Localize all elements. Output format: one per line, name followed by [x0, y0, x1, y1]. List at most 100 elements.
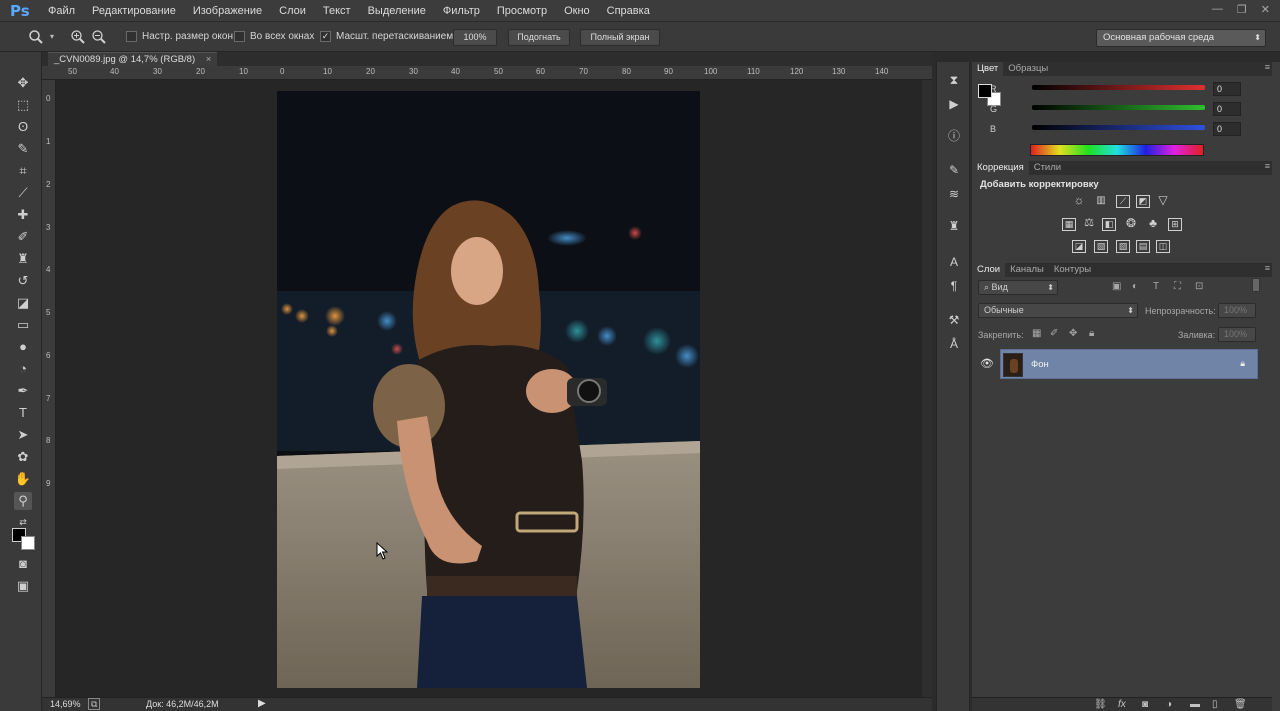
- menu-file[interactable]: Файл: [48, 5, 75, 17]
- brush-panel-icon[interactable]: ≋: [946, 186, 962, 202]
- zoom-in-icon[interactable]: [70, 29, 86, 45]
- menu-layer[interactable]: Слои: [279, 5, 306, 17]
- brush-tool-icon[interactable]: ✐: [14, 228, 32, 246]
- menu-filter[interactable]: Фильтр: [443, 5, 480, 17]
- tab-paths[interactable]: Контуры: [1049, 263, 1096, 277]
- screen-mode-icon[interactable]: ▣: [14, 577, 32, 595]
- fill-input[interactable]: 100%: [1218, 327, 1256, 342]
- quick-mask-icon[interactable]: ◙: [14, 555, 32, 573]
- character-panel-icon[interactable]: A: [946, 254, 962, 270]
- green-value[interactable]: 0: [1213, 102, 1241, 116]
- blur-tool-icon[interactable]: ●: [14, 338, 32, 356]
- menu-help[interactable]: Справка: [607, 5, 650, 17]
- menu-image[interactable]: Изображение: [193, 5, 262, 17]
- opacity-input[interactable]: 100%: [1218, 303, 1256, 318]
- close-tab-icon[interactable]: ×: [206, 54, 212, 65]
- fit-screen-button[interactable]: Подогнать: [508, 29, 570, 46]
- visibility-eye-icon[interactable]: 👁︎: [980, 357, 994, 370]
- background-color-swatch[interactable]: [21, 536, 35, 550]
- threshold-icon[interactable]: ▨: [1116, 240, 1130, 253]
- fg-color-swatch[interactable]: [978, 84, 992, 98]
- glyphs-panel-icon[interactable]: Å: [946, 336, 962, 352]
- zoom-icon[interactable]: [28, 29, 44, 45]
- clone-source-icon[interactable]: ♜: [946, 218, 962, 234]
- dodge-tool-icon[interactable]: ◔: [14, 360, 32, 378]
- lasso-tool-icon[interactable]: ʘ: [14, 118, 32, 136]
- layer-mask-icon[interactable]: ◙: [1142, 699, 1148, 710]
- layer-row[interactable]: Фон 🔒︎: [1000, 349, 1258, 379]
- paragraph-panel-icon[interactable]: ¶: [946, 278, 962, 294]
- tab-adjustments[interactable]: Коррекция: [972, 161, 1029, 175]
- black-white-icon[interactable]: ◧: [1102, 218, 1116, 231]
- posterize-icon[interactable]: ▧: [1094, 240, 1108, 253]
- resize-windows-checkbox[interactable]: [126, 31, 137, 42]
- scrubby-zoom-checkbox[interactable]: ✓: [320, 31, 331, 42]
- eraser-tool-icon[interactable]: ◪: [14, 294, 32, 312]
- channel-mixer-icon[interactable]: ♣: [1146, 217, 1160, 231]
- fullscreen-button[interactable]: Полный экран: [580, 29, 660, 46]
- selective-color-icon[interactable]: ◫: [1156, 240, 1170, 253]
- restore-button[interactable]: ❐: [1237, 3, 1247, 16]
- lock-image-icon[interactable]: ✐: [1050, 328, 1058, 339]
- layer-name[interactable]: Фон: [1031, 359, 1049, 370]
- tab-styles[interactable]: Стили: [1029, 161, 1066, 175]
- path-selection-tool-icon[interactable]: ➤: [14, 426, 32, 444]
- exposure-icon[interactable]: ◩: [1136, 195, 1150, 208]
- quick-selection-tool-icon[interactable]: ✎: [14, 140, 32, 158]
- hand-tool-icon[interactable]: ✋: [14, 470, 32, 488]
- menu-type[interactable]: Текст: [323, 5, 351, 17]
- green-slider[interactable]: [1032, 105, 1205, 110]
- all-windows-checkbox[interactable]: [234, 31, 245, 42]
- color-lookup-icon[interactable]: ⊞: [1168, 218, 1182, 231]
- photo-filter-icon[interactable]: ❂: [1124, 217, 1138, 231]
- brush-presets-icon[interactable]: ✎: [946, 162, 962, 178]
- layer-style-icon[interactable]: fx: [1118, 699, 1126, 710]
- marquee-tool-icon[interactable]: ⬚: [14, 96, 32, 114]
- lock-position-icon[interactable]: ✥: [1069, 328, 1077, 339]
- link-layers-icon[interactable]: ⛓: [1094, 699, 1107, 710]
- vibrance-icon[interactable]: ▽: [1156, 194, 1170, 208]
- shape-tool-icon[interactable]: ✿: [14, 448, 32, 466]
- tab-channels[interactable]: Каналы: [1005, 263, 1049, 277]
- invert-icon[interactable]: ◪: [1072, 240, 1086, 253]
- status-menu-arrow-icon[interactable]: ▶: [258, 698, 266, 709]
- gradient-map-icon[interactable]: ▤: [1136, 240, 1150, 253]
- filter-toggle[interactable]: [1252, 278, 1260, 292]
- delete-layer-icon[interactable]: 🗑︎: [1234, 699, 1247, 710]
- filter-smart-object-icon[interactable]: ⊡: [1195, 281, 1203, 292]
- close-button[interactable]: ✕: [1261, 3, 1270, 16]
- history-brush-tool-icon[interactable]: ↺: [14, 272, 32, 290]
- filter-shape-icon[interactable]: ⛶: [1174, 281, 1181, 292]
- levels-icon[interactable]: ▥: [1094, 195, 1108, 208]
- panel-menu-icon[interactable]: ≡: [1265, 263, 1270, 273]
- move-tool-icon[interactable]: ✥: [14, 74, 32, 92]
- crop-tool-icon[interactable]: ⌗: [14, 162, 32, 180]
- adjustment-layer-icon[interactable]: ◑: [1166, 699, 1172, 710]
- red-value[interactable]: 0: [1213, 82, 1241, 96]
- info-panel-icon[interactable]: ⓘ: [946, 128, 962, 144]
- layer-filter-select[interactable]: ⌕ Вид ⬍: [978, 280, 1058, 295]
- type-tool-icon[interactable]: T: [14, 404, 32, 422]
- menu-window[interactable]: Окно: [564, 5, 590, 17]
- filter-type-icon[interactable]: T: [1153, 281, 1159, 292]
- filter-pixel-icon[interactable]: ▣: [1112, 281, 1121, 292]
- actual-pixels-button[interactable]: 100%: [453, 29, 497, 46]
- document-image[interactable]: [277, 91, 700, 688]
- tab-swatches[interactable]: Образцы: [1003, 62, 1053, 76]
- history-panel-icon[interactable]: ⧗: [946, 72, 962, 88]
- menu-view[interactable]: Просмотр: [497, 5, 547, 17]
- healing-brush-tool-icon[interactable]: ✚: [14, 206, 32, 224]
- menu-select[interactable]: Выделение: [368, 5, 426, 17]
- color-balance-icon[interactable]: ⚖: [1082, 218, 1096, 231]
- zoom-tool-icon[interactable]: ⚲: [14, 492, 32, 510]
- tool-presets-icon[interactable]: ⚒: [946, 312, 962, 328]
- zoom-out-icon[interactable]: [91, 29, 107, 45]
- vertical-scrollbar[interactable]: [922, 80, 932, 697]
- new-group-icon[interactable]: ▬: [1190, 699, 1200, 710]
- clone-stamp-tool-icon[interactable]: ♜: [14, 250, 32, 268]
- red-slider[interactable]: [1032, 85, 1205, 90]
- brightness-icon[interactable]: ☼: [1072, 194, 1086, 208]
- lock-transparent-icon[interactable]: ▦: [1032, 328, 1041, 339]
- workspace-select[interactable]: Основная рабочая среда ⬍: [1096, 29, 1266, 47]
- new-layer-icon[interactable]: ▯: [1212, 699, 1218, 710]
